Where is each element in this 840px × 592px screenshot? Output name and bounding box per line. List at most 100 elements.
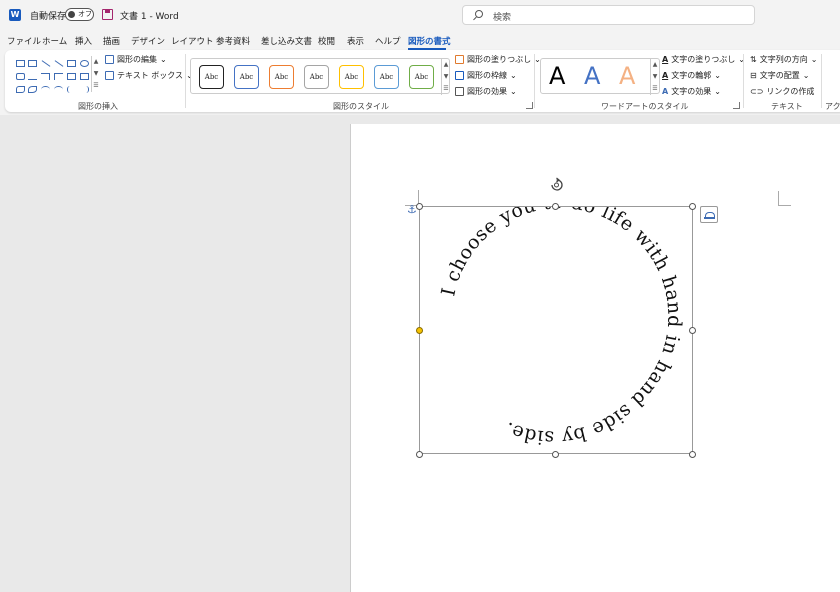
link-icon: ⊂⊃ — [750, 87, 764, 96]
layout-options-button[interactable] — [700, 206, 718, 223]
wordart-styles-gallery[interactable]: A A A ▲ ▼ ☰ — [540, 58, 660, 95]
text-direction-icon: ⇅ — [750, 55, 757, 64]
wordart-gallery-scroll[interactable]: ▲ ▼ ☰ — [650, 59, 659, 95]
text-fill-icon: A — [662, 55, 669, 64]
dialog-launcher-icon[interactable] — [733, 102, 740, 109]
align-text-button[interactable]: ⊟ 文字の配置 ⌄ — [750, 70, 809, 81]
shape-fill-button[interactable]: 図形の塗りつぶし ⌄ — [455, 54, 541, 65]
shape-style-swatch[interactable]: Abc — [304, 65, 329, 89]
chevron-up-icon[interactable]: ▲ — [442, 59, 450, 71]
accessibility-group-label: アクセ — [825, 102, 840, 111]
left-brace-shape-icon[interactable] — [67, 86, 76, 93]
line-shape-icon[interactable] — [41, 60, 51, 67]
wordart-text[interactable]: I choose you to do life with hand in han… — [437, 207, 685, 449]
text-direction-label: 文字列の方向 — [759, 55, 808, 64]
resize-handle-top-right[interactable] — [689, 203, 696, 210]
autosave-state: オフ — [78, 10, 92, 18]
shape-styles-gallery[interactable]: Abc Abc Abc Abc Abc Abc Abc ▲ ▼ ☰ — [190, 58, 450, 95]
triangle-shape-icon[interactable] — [28, 73, 37, 80]
group-divider — [185, 54, 186, 108]
shape-effects-button[interactable]: 図形の効果 ⌄ — [455, 86, 517, 97]
tab-draw[interactable]: 描画 — [103, 35, 120, 47]
shape-style-swatch[interactable]: Abc — [269, 65, 294, 89]
text-direction-button[interactable]: ⇅ 文字列の方向 ⌄ — [750, 54, 817, 65]
tab-help[interactable]: ヘルプ — [375, 35, 401, 47]
rounded-rect-shape-icon[interactable] — [16, 73, 25, 80]
autosave-toggle[interactable]: オフ — [65, 8, 94, 21]
adjustment-handle[interactable] — [416, 327, 423, 334]
shape-style-swatch[interactable]: Abc — [374, 65, 399, 89]
edit-shape-icon — [105, 55, 114, 64]
resize-handle-top-left[interactable] — [416, 203, 423, 210]
right-brace-shape-icon[interactable] — [80, 86, 89, 93]
tab-mailings[interactable]: 差し込み文書 — [261, 35, 312, 47]
tab-shape-format[interactable]: 図形の書式 — [408, 35, 451, 47]
chevron-up-icon[interactable]: ▲ — [92, 56, 100, 68]
right-arrow-shape-icon[interactable] — [67, 73, 76, 80]
shape-outline-button[interactable]: 図形の枠線 ⌄ — [455, 70, 517, 81]
tab-references[interactable]: 参考資料 — [216, 35, 250, 47]
shape-styles-group-label: 図形のスタイル — [333, 102, 389, 111]
save-icon[interactable] — [102, 9, 113, 20]
wordart-style-sample[interactable]: A — [549, 61, 565, 91]
arc-shape-icon[interactable] — [41, 86, 50, 93]
title-bar: W 自動保存 オフ 文書 1 - Word 検索 — [0, 0, 840, 31]
chevron-up-icon[interactable]: ▲ — [651, 59, 659, 71]
rotate-handle-icon[interactable] — [549, 177, 564, 192]
tab-layout[interactable]: レイアウト — [171, 35, 214, 47]
gallery-more-icon[interactable]: ☰ — [92, 80, 100, 92]
vertical-textbox-shape-icon[interactable] — [28, 60, 37, 67]
scribble-shape-icon[interactable] — [28, 86, 37, 93]
shape-style-swatch[interactable]: Abc — [199, 65, 224, 89]
chevron-down-icon: ⌄ — [510, 71, 517, 80]
text-outline-button[interactable]: A 文字の輪郭 ⌄ — [662, 70, 721, 81]
text-box-button[interactable]: テキスト ボックス ⌄ — [105, 70, 193, 81]
tab-design[interactable]: デザイン — [131, 35, 165, 47]
create-link-button[interactable]: ⊂⊃ リンクの作成 — [750, 86, 814, 97]
wordart-circle-text[interactable]: I choose you to do life with hand in han… — [420, 207, 692, 453]
search-box[interactable]: 検索 — [462, 5, 755, 25]
tab-insert[interactable]: 挿入 — [75, 35, 92, 47]
resize-handle-bottom-left[interactable] — [416, 451, 423, 458]
arrow-line-shape-icon[interactable] — [54, 60, 64, 67]
align-text-label: 文字の配置 — [759, 71, 800, 80]
styles-gallery-scroll[interactable]: ▲ ▼ ☰ — [441, 59, 450, 95]
resize-handle-bottom[interactable] — [552, 451, 559, 458]
chevron-down-icon[interactable]: ▼ — [651, 71, 659, 83]
tab-view[interactable]: 表示 — [347, 35, 364, 47]
textbox-shape-icon[interactable] — [16, 60, 25, 67]
rectangle-shape-icon[interactable] — [67, 60, 76, 67]
edit-shape-button[interactable]: 図形の編集 ⌄ — [105, 54, 167, 65]
dialog-launcher-icon[interactable] — [526, 102, 533, 109]
chevron-down-icon: ⌄ — [160, 55, 167, 64]
curve-shape-icon[interactable] — [54, 86, 63, 93]
resize-handle-right[interactable] — [689, 327, 696, 334]
wordart-style-sample[interactable]: A — [584, 61, 600, 91]
elbow-connector-shape-icon[interactable] — [41, 73, 50, 80]
chevron-down-icon[interactable]: ▼ — [92, 68, 100, 80]
resize-handle-top[interactable] — [552, 203, 559, 210]
text-effects-icon: A — [662, 87, 669, 96]
shape-style-swatch[interactable]: Abc — [409, 65, 434, 89]
down-arrow-shape-icon[interactable] — [80, 73, 89, 80]
text-box-icon — [105, 71, 114, 80]
wordart-style-sample[interactable]: A — [619, 61, 635, 91]
oval-shape-icon[interactable] — [80, 60, 89, 67]
shapes-gallery[interactable] — [14, 58, 96, 94]
wordart-group-label: ワードアートのスタイル — [601, 102, 689, 111]
shape-style-swatch[interactable]: Abc — [234, 65, 259, 89]
tab-home[interactable]: ホーム — [42, 35, 67, 47]
shape-style-swatch[interactable]: Abc — [339, 65, 364, 89]
chevron-down-icon[interactable]: ▼ — [442, 71, 450, 83]
text-effects-button[interactable]: A 文字の効果 ⌄ — [662, 86, 721, 97]
text-fill-button[interactable]: A 文字の塗りつぶし ⌄ — [662, 54, 745, 65]
shapes-gallery-scroll[interactable]: ▲ ▼ ☰ — [91, 56, 100, 92]
tab-review[interactable]: 校閲 — [318, 35, 335, 47]
freeform-shape-icon[interactable] — [16, 86, 25, 93]
tab-file[interactable]: ファイル — [7, 35, 41, 47]
elbow-arrow-shape-icon[interactable] — [54, 73, 63, 80]
gallery-more-icon[interactable]: ☰ — [442, 83, 450, 95]
text-effects-label: 文字の効果 — [671, 87, 712, 96]
resize-handle-bottom-right[interactable] — [689, 451, 696, 458]
gallery-more-icon[interactable]: ☰ — [651, 83, 659, 95]
